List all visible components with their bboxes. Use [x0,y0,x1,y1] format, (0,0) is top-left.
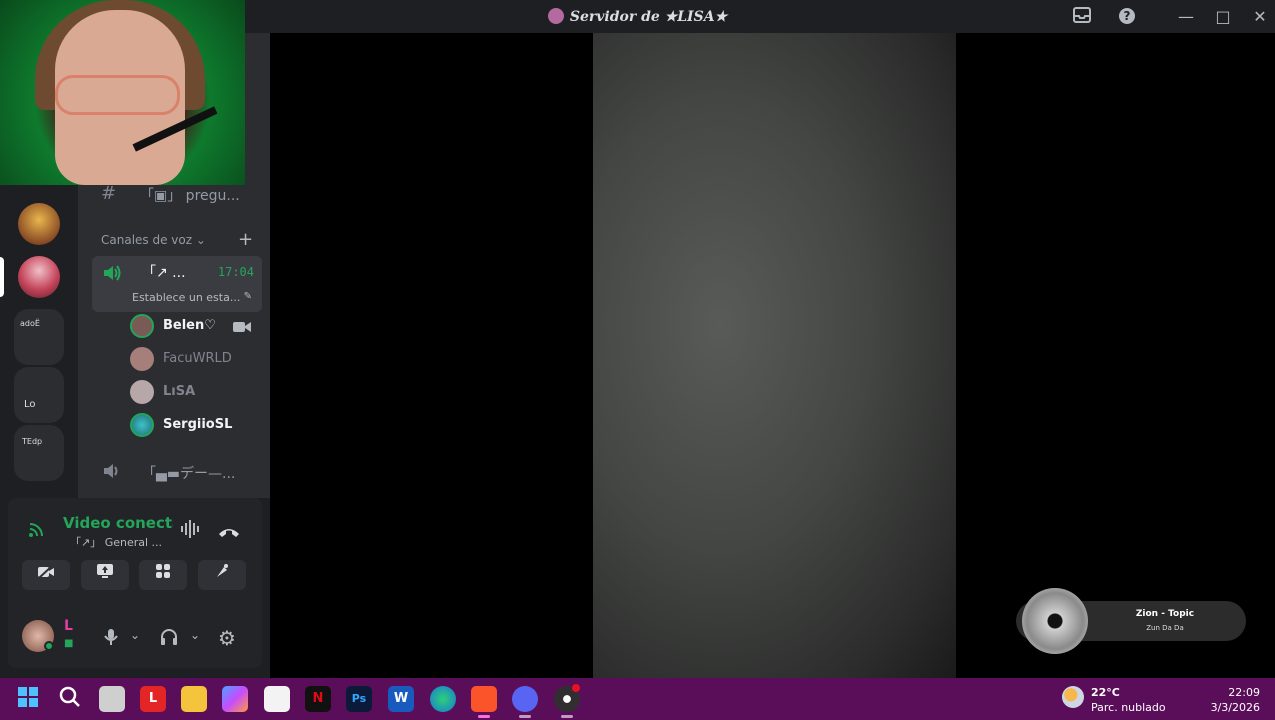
voice-channel-active[interactable]: 「↗ ... 17:04 Establece un esta... ✎ [92,256,262,312]
recording-badge [572,684,580,692]
text-channel[interactable]: 「▣」 pregu... [140,185,240,205]
file-explorer-icon[interactable] [181,686,207,712]
netflix-icon[interactable]: N [305,686,331,712]
server-icon-active[interactable] [18,256,60,298]
word-icon[interactable]: W [388,686,414,712]
voice-connection-panel: Video conectado 「↗」 General ... L ■ ⌄ ⌄ … [8,498,262,668]
voice-member[interactable]: SergiioSL [130,411,260,439]
avatar [130,413,154,437]
weather-temperature[interactable]: 22°C [1091,686,1120,699]
add-channel-icon[interactable]: + [238,229,253,250]
video-stage[interactable] [270,33,1275,678]
avatar [130,347,154,371]
clock-date[interactable]: 3/3/2026 [1195,701,1260,714]
photoshop-icon[interactable]: Ps [346,686,372,712]
hash-icon: # [101,183,117,204]
glasses-shape [55,75,180,115]
taskbar: L N Ps W [0,678,1275,720]
speaking-icon: ■ [64,638,74,649]
settings-gear-icon[interactable]: ⚙ [218,626,236,650]
camera-icon [233,318,251,337]
speaker-icon [102,462,122,484]
edit-icon[interactable]: ✎ [244,291,252,302]
voice-channel-link[interactable]: 「↗」 General ... [70,534,162,550]
edge-icon[interactable] [430,686,456,712]
windows-start-icon[interactable] [15,686,41,712]
speaker-icon [102,264,122,286]
close-button[interactable]: ✕ [1250,7,1270,27]
voice-status[interactable]: Video conectado [63,514,173,532]
signal-icon[interactable] [28,520,46,542]
activities-button[interactable] [139,560,187,590]
chevron-down-icon[interactable]: ⌄ [130,628,140,642]
voice-category-header[interactable]: Canales de voz ⌄ [101,233,206,247]
minimize-button[interactable]: — [1176,7,1196,27]
camera-off-button[interactable] [22,560,70,590]
soundboard-button[interactable] [198,560,246,590]
lightshot-icon[interactable]: L [140,686,166,712]
server-folder[interactable]: TEdp [14,425,64,481]
clock-time[interactable]: 22:09 [1205,686,1260,699]
help-icon[interactable]: ? [1117,7,1137,27]
chevron-down-icon[interactable]: ⌄ [190,628,200,642]
search-icon[interactable] [57,686,83,712]
headphones-icon[interactable] [160,628,178,650]
voice-member[interactable]: Belen♡ [130,312,260,340]
selected-server-indicator [0,257,4,297]
voice-channel-name: 「↗ ... [142,265,186,281]
weather-icon[interactable] [1062,686,1084,708]
task-view-icon[interactable] [99,686,125,712]
discord-icon[interactable] [512,686,538,712]
avatar [130,380,154,404]
weather-description[interactable]: Parc. nublado [1091,701,1166,714]
share-screen-button[interactable] [81,560,129,590]
store-icon[interactable] [264,686,290,712]
server-folder[interactable]: Lo [14,367,64,423]
voice-channel[interactable]: 「▄▬デー—... [142,463,235,483]
server-folder[interactable]: adoË [14,309,64,365]
user-panel: L ■ ⌄ ⌄ ⚙ [8,614,262,666]
now-playing-title: Zion - Topic [1135,609,1195,619]
video-feed[interactable] [593,33,956,678]
voice-member[interactable]: FacuWRLD [130,345,260,373]
voice-timer: 17:04 [217,265,254,279]
active-app-indicator [478,715,490,718]
avatar [130,314,154,338]
disconnect-icon[interactable] [218,523,240,542]
brave-icon[interactable] [471,686,497,712]
album-disc-icon [1022,588,1088,654]
voice-member[interactable]: LıSA [130,378,260,406]
now-playing-subtitle: Zun Da Da [1146,624,1184,632]
inbox-icon[interactable] [1072,7,1092,27]
server-icon[interactable] [18,203,60,245]
maximize-button[interactable]: □ [1213,7,1233,27]
username[interactable]: L [64,618,73,634]
online-status-icon [44,641,54,651]
noise-suppression-icon[interactable] [180,520,202,542]
app-indicator [519,715,531,718]
microphone-icon[interactable] [104,628,118,650]
svg-text:?: ? [1124,9,1131,23]
channel-status[interactable]: Establece un esta... [132,291,240,304]
webcam-overlay [0,0,245,185]
server-emoji-icon [547,8,564,24]
app-indicator [561,715,573,718]
copilot-icon[interactable] [222,686,248,712]
